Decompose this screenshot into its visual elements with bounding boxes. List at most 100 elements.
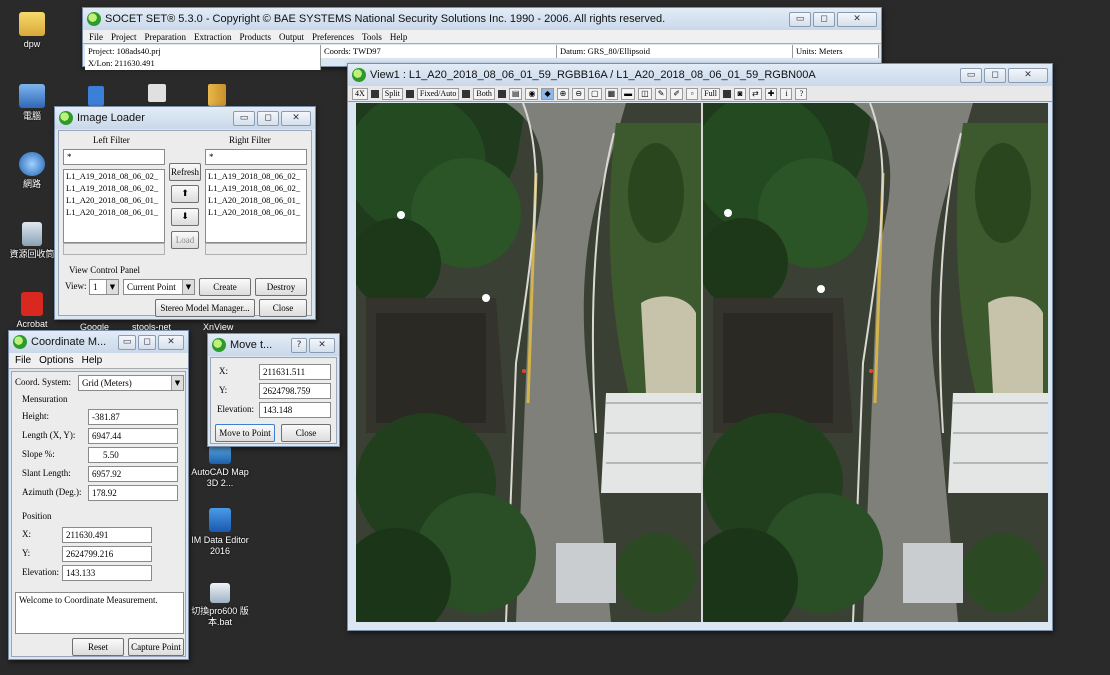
move-to-point-window[interactable]: Move t... ? ✕ X: 211631.511 Y: 2624798.7… <box>207 333 340 447</box>
create-button[interactable]: Create <box>199 278 251 296</box>
move-to-point-button[interactable]: Move to Point <box>215 424 275 442</box>
close-button[interactable]: ✕ <box>837 11 877 27</box>
desktop-icon-dpw[interactable]: dpw <box>2 12 62 50</box>
right-list-scrollbar[interactable] <box>205 243 307 255</box>
view1-window[interactable]: View1 : L1_A20_2018_08_06_01_59_RGBB16A … <box>347 63 1053 631</box>
slant-length-field[interactable]: 6957.92 <box>88 466 178 482</box>
zoom-level[interactable]: 4X <box>352 87 368 100</box>
menu-tools[interactable]: Tools <box>362 30 382 43</box>
help-button[interactable]: ? <box>291 337 307 353</box>
maximize-button[interactable]: ◻ <box>984 67 1006 83</box>
coord-system-select[interactable]: Grid (Meters) ▼ <box>78 375 184 391</box>
desktop-icon-autocad[interactable]: AutoCAD Map 3D 2... <box>190 446 250 489</box>
menu-extraction[interactable]: Extraction <box>194 30 232 43</box>
list-item[interactable]: L1_A20_2018_08_06_01_ <box>206 206 306 218</box>
brush-icon[interactable]: ✐ <box>670 87 684 100</box>
books-icon[interactable] <box>208 84 226 106</box>
help-icon[interactable]: ? <box>795 87 808 100</box>
doc-icon[interactable] <box>88 86 104 106</box>
close-button[interactable]: ✕ <box>309 337 335 353</box>
info-icon[interactable]: i <box>780 87 793 100</box>
maximize-button[interactable]: ◻ <box>138 334 156 350</box>
coordinate-measurement-window[interactable]: Coordinate M... ▭ ◻ ✕ File Options Help … <box>8 330 189 660</box>
slope-field[interactable]: 5.50 <box>88 447 178 463</box>
right-filter-input[interactable]: * <box>205 149 307 165</box>
menu-help[interactable]: Help <box>390 30 408 43</box>
reset-button[interactable]: Reset <box>72 638 124 656</box>
left-list-scrollbar[interactable] <box>63 243 165 255</box>
dropdown-icon[interactable] <box>370 89 379 98</box>
list-item[interactable]: L1_A19_2018_08_06_02_ <box>206 182 306 194</box>
view1-titlebar[interactable]: View1 : L1_A20_2018_08_06_01_59_RGBB16A … <box>348 64 1052 86</box>
move-down-button[interactable]: ⬇ <box>171 208 199 226</box>
fixed-auto-mode[interactable]: Fixed/Auto <box>416 87 460 100</box>
both-mode[interactable]: Both <box>473 87 495 100</box>
menu-products[interactable]: Products <box>240 30 272 43</box>
zoom-out-icon[interactable]: ⊖ <box>572 87 586 100</box>
window-icon[interactable]: ▬ <box>621 87 636 100</box>
move-up-button[interactable]: ⬆ <box>171 185 199 203</box>
palette-icon[interactable]: ◙ <box>734 87 747 100</box>
close-button[interactable]: ✕ <box>281 110 311 126</box>
left-image-list[interactable]: L1_A19_2018_08_06_02_ L1_A19_2018_08_06_… <box>63 169 165 243</box>
minimize-button[interactable]: ▭ <box>233 110 255 126</box>
left-image-pane[interactable] <box>356 103 701 622</box>
box-icon[interactable]: ▫ <box>686 87 699 100</box>
zoom-in-icon[interactable]: ⊕ <box>556 87 570 100</box>
split-mode[interactable]: Split <box>381 87 403 100</box>
elevation-field[interactable]: 143.133 <box>62 565 152 581</box>
dropdown-icon[interactable] <box>723 89 732 98</box>
move-elevation-field[interactable]: 143.148 <box>259 402 331 418</box>
close-loader-button[interactable]: Close <box>259 299 307 317</box>
azimuth-field[interactable]: 178.92 <box>88 485 178 501</box>
minimize-button[interactable]: ▭ <box>118 334 136 350</box>
socet-titlebar[interactable]: SOCET SET® 5.3.0 - Copyright © BAE SYSTE… <box>83 8 881 30</box>
desktop-icon-recycle[interactable]: 資源回收筒 <box>2 222 62 260</box>
list-item[interactable]: L1_A20_2018_08_06_01_ <box>206 194 306 206</box>
chevron-down-icon[interactable]: ▼ <box>106 280 118 294</box>
menu-output[interactable]: Output <box>279 30 304 43</box>
list-item[interactable]: L1_A19_2018_08_06_02_ <box>64 170 164 182</box>
list-item[interactable]: L1_A20_2018_08_06_01_ <box>64 206 164 218</box>
rectangle-icon[interactable]: ▢ <box>588 87 602 100</box>
x-field[interactable]: 211630.491 <box>62 527 152 543</box>
move-x-field[interactable]: 211631.511 <box>259 364 331 380</box>
chevron-down-icon[interactable]: ▼ <box>171 376 183 390</box>
maximize-button[interactable]: ◻ <box>813 11 835 27</box>
capture-point-button[interactable]: Capture Point <box>128 638 184 656</box>
close-button[interactable]: ✕ <box>158 334 184 350</box>
chevron-down-icon[interactable]: ▼ <box>182 280 194 294</box>
dropdown-icon[interactable] <box>405 89 414 98</box>
menu-options[interactable]: Options <box>39 353 73 368</box>
dropdown-icon[interactable] <box>497 89 506 98</box>
desktop-icon-imdata[interactable]: IM Data Editor 2016 <box>190 508 250 557</box>
grid-icon[interactable]: ▦ <box>604 87 619 100</box>
load-button[interactable]: Load <box>171 231 199 249</box>
maximize-button[interactable]: ◻ <box>257 110 279 126</box>
minimize-button[interactable]: ▭ <box>789 11 811 27</box>
menu-help[interactable]: Help <box>82 353 103 368</box>
menu-preferences[interactable]: Preferences <box>312 30 354 43</box>
eye-icon[interactable]: ◉ <box>525 87 539 100</box>
tool-icon[interactable] <box>148 84 166 102</box>
point-select[interactable]: Current Point ▼ <box>123 279 195 295</box>
move-close-button[interactable]: Close <box>281 424 331 442</box>
right-image-list[interactable]: L1_A19_2018_08_06_02_ L1_A19_2018_08_06_… <box>205 169 307 243</box>
socet-main-window[interactable]: SOCET SET® 5.3.0 - Copyright © BAE SYSTE… <box>82 7 882 70</box>
right-image-pane[interactable] <box>703 103 1048 622</box>
message-box[interactable]: Welcome to Coordinate Measurement. <box>15 592 184 634</box>
desktop-icon-bat[interactable]: 切換pro600 版本.bat <box>190 583 250 628</box>
destroy-button[interactable]: Destroy <box>255 278 307 296</box>
refresh-button[interactable]: Refresh <box>169 163 201 181</box>
close-button[interactable]: ✕ <box>1008 67 1048 83</box>
image-loader-window[interactable]: Image Loader ▭ ◻ ✕ Left Filter Right Fil… <box>54 106 316 320</box>
tools-icon[interactable]: ✎ <box>654 87 668 100</box>
list-item[interactable]: L1_A20_2018_08_06_01_ <box>64 194 164 206</box>
menu-preparation[interactable]: Preparation <box>145 30 186 43</box>
image-loader-titlebar[interactable]: Image Loader ▭ ◻ ✕ <box>55 107 315 129</box>
height-field[interactable]: -381.87 <box>88 409 178 425</box>
move-y-field[interactable]: 2624798.759 <box>259 383 331 399</box>
menu-file[interactable]: File <box>89 30 103 43</box>
y-field[interactable]: 2624799.216 <box>62 546 152 562</box>
desktop-icon-computer[interactable]: 電腦 <box>2 84 62 122</box>
